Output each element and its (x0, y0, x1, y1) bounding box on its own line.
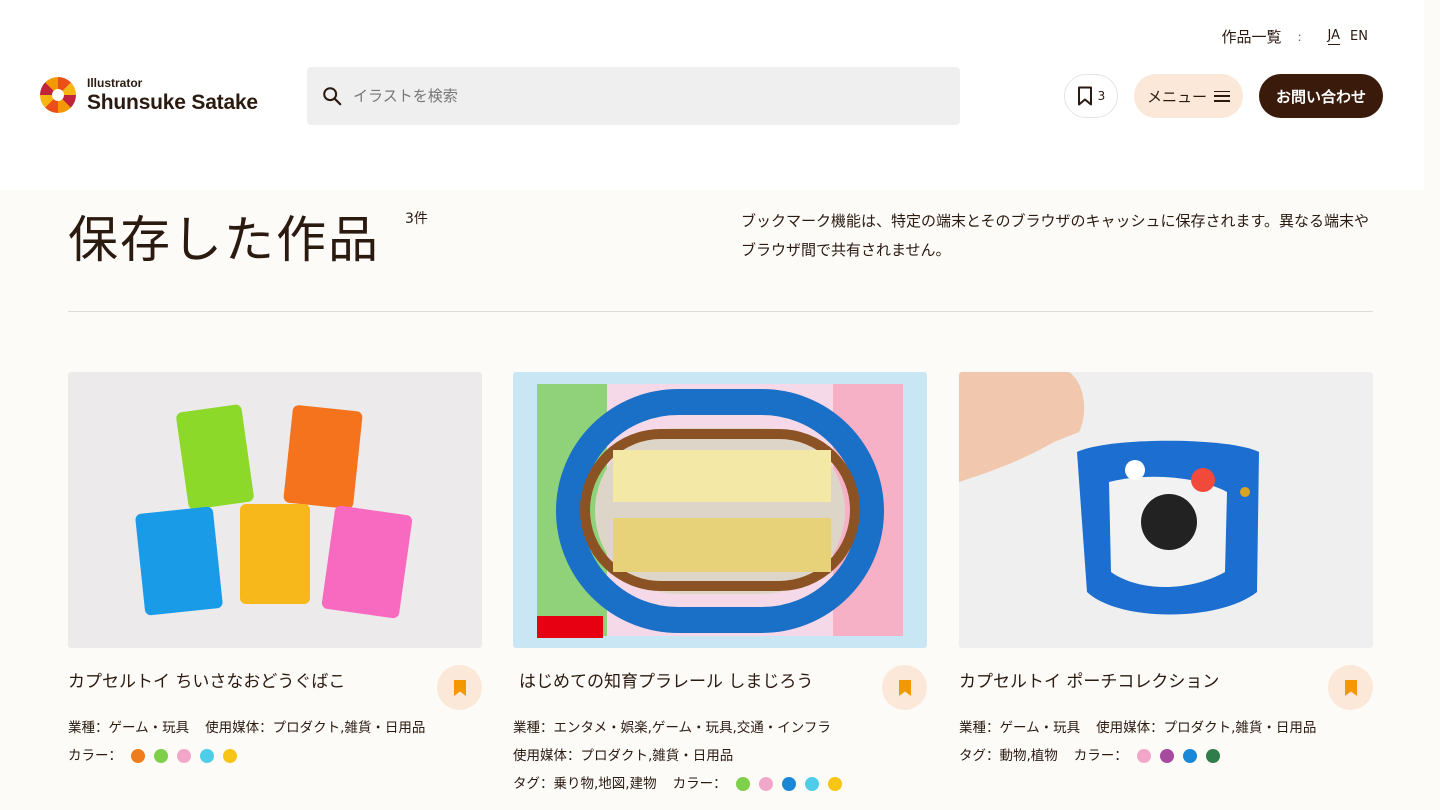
industry-label: 業種：ゲーム・玩具 (68, 720, 190, 736)
color-swatch[interactable] (200, 749, 214, 763)
logo-mark-icon (40, 77, 76, 113)
menu-label: メニュー (1146, 87, 1207, 106)
color-label: カラー： (68, 748, 122, 764)
page-title: 保存した作品 (68, 211, 380, 269)
work-thumbnail[interactable] (959, 372, 1373, 648)
search-input[interactable] (353, 87, 913, 105)
work-title[interactable]: カプセルトイ ポーチコレクション (959, 667, 1219, 692)
color-swatch[interactable] (154, 749, 168, 763)
top-nav: 作品一覧 : JA EN (1221, 26, 1368, 47)
saved-bookmark-button[interactable] (882, 665, 927, 710)
color-swatch[interactable] (1136, 749, 1151, 763)
divider (68, 311, 1373, 312)
saved-bookmark-button[interactable] (1328, 665, 1373, 710)
bookmark-filled-icon (453, 679, 466, 696)
industry-label: 業種：ゲーム・玩具 (959, 720, 1081, 736)
tags-label: タグ：動物,植物 (959, 748, 1058, 764)
site-header: 作品一覧 : JA EN Illustrator Shunsuke Satake… (0, 0, 1424, 190)
color-swatch[interactable] (781, 777, 796, 791)
bookmark-icon (1077, 86, 1092, 106)
lang-en-link[interactable]: EN (1350, 29, 1368, 44)
work-meta: 業種：エンタメ・娯楽,ゲーム・玩具,交通・インフラ 使用媒体：プロダクト,雑貨・… (513, 714, 842, 798)
work-thumbnail[interactable] (513, 372, 927, 648)
nav-separator: : (1297, 29, 1302, 44)
work-meta: 業種：ゲーム・玩具 使用媒体：プロダクト,雑貨・日用品 カラー： (68, 714, 425, 770)
bookmark-filled-icon (898, 679, 911, 696)
bookmark-count: 3 (1097, 89, 1106, 103)
lang-ja-link[interactable]: JA (1327, 28, 1341, 45)
industry-label: 業種：エンタメ・娯楽,ゲーム・玩具,交通・インフラ (513, 720, 831, 736)
work-title[interactable]: カプセルトイ ちいさなおどうぐばこ (68, 667, 345, 692)
media-label: 使用媒体：プロダクト,雑貨・日用品 (205, 720, 426, 736)
work-thumbnail[interactable] (68, 372, 482, 648)
color-swatch[interactable] (758, 777, 773, 791)
menu-button[interactable]: メニュー (1134, 74, 1243, 118)
logo-name: Shunsuke Satake (87, 91, 258, 114)
color-label: カラー： (672, 776, 727, 792)
work-meta: 業種：ゲーム・玩具 使用媒体：プロダクト,雑貨・日用品 タグ：動物,植物 カラー… (959, 714, 1316, 770)
color-swatch[interactable] (804, 777, 819, 791)
color-swatch[interactable] (1205, 749, 1220, 763)
work-card[interactable]: カプセルトイ ちいさなおどうぐばこ 業種：ゲーム・玩具 使用媒体：プロダクト,雑… (68, 372, 482, 764)
work-card[interactable]: はじめての知育プラレール しまじろう 業種：エンタメ・娯楽,ゲーム・玩具,交通・… (513, 372, 927, 792)
color-swatch[interactable] (177, 749, 191, 763)
color-swatch[interactable] (1159, 749, 1174, 763)
bookmark-filled-icon (1344, 679, 1357, 696)
bookmark-note: ブックマーク機能は、特定の端末とそのブラウザのキャッシュに保存されます。異なる端… (741, 212, 1370, 259)
search-icon[interactable] (321, 85, 343, 107)
logo-subtitle: Illustrator (87, 76, 143, 90)
color-swatch[interactable] (1182, 749, 1197, 763)
media-label: 使用媒体：プロダクト,雑貨・日用品 (1096, 720, 1317, 736)
media-label: 使用媒体：プロダクト,雑貨・日用品 (513, 748, 734, 764)
color-swatch[interactable] (131, 749, 145, 763)
color-swatch[interactable] (223, 749, 237, 763)
color-label: カラー： (1073, 748, 1128, 764)
search-box (307, 67, 960, 125)
tags-label: タグ：乗り物,地図,建物 (513, 776, 657, 792)
saved-count: 3件 (405, 211, 428, 227)
work-card[interactable]: カプセルトイ ポーチコレクション 業種：ゲーム・玩具 使用媒体：プロダクト,雑貨… (959, 372, 1373, 764)
site-logo[interactable]: Illustrator Shunsuke Satake (40, 77, 258, 113)
works-list-link[interactable]: 作品一覧 (1221, 26, 1281, 47)
color-swatch[interactable] (735, 777, 750, 791)
bookmark-button[interactable]: 3 (1064, 74, 1118, 118)
hamburger-icon (1214, 90, 1230, 102)
saved-bookmark-button[interactable] (437, 665, 482, 710)
work-title[interactable]: はじめての知育プラレール しまじろう (519, 667, 813, 692)
contact-button[interactable]: お問い合わせ (1259, 74, 1383, 118)
color-swatch[interactable] (827, 777, 842, 791)
